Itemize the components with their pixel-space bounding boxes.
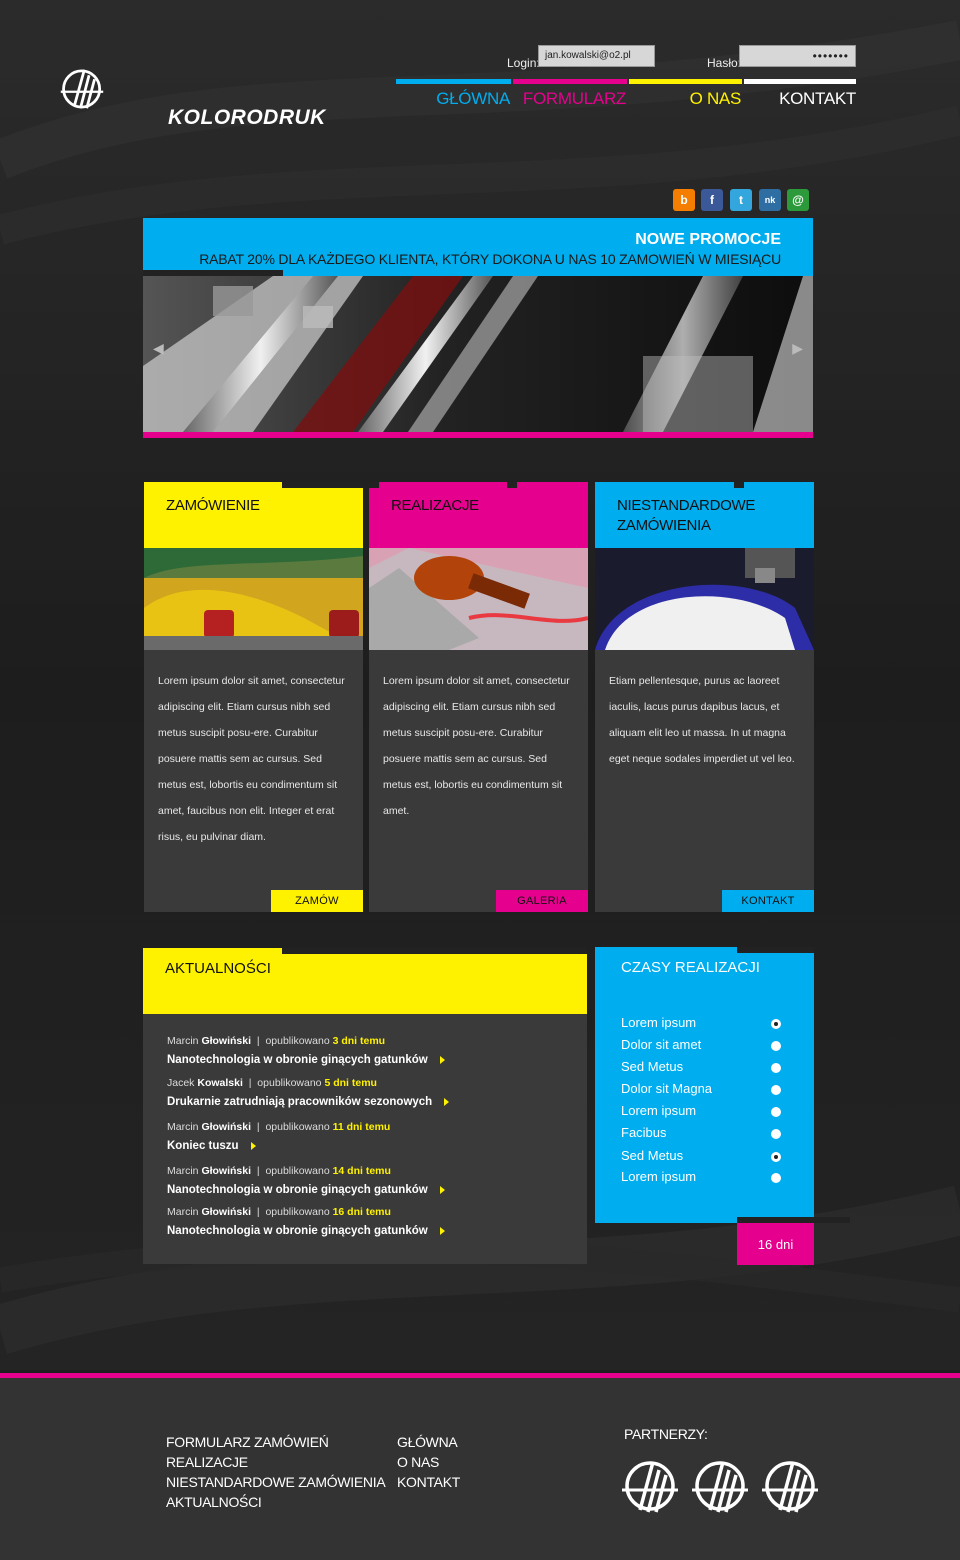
- nasza-klasa-icon[interactable]: nk: [759, 189, 781, 211]
- news-meta: Marcin Głowiński | opublikowano 14 dni t…: [167, 1165, 391, 1177]
- radio-icon[interactable]: [771, 1019, 781, 1029]
- news-notch: [282, 948, 587, 954]
- nav-glowna[interactable]: GŁÓWNA: [436, 89, 510, 109]
- news-panel: AKTUALNOŚCI Marcin Głowiński | opublikow…: [143, 948, 587, 1264]
- partner-logo-icon[interactable]: [690, 1458, 750, 1514]
- footer: FORMULARZ ZAMÓWIEŃ REALIZACJE NIESTANDAR…: [0, 1378, 960, 1560]
- printing-press-image: [143, 276, 813, 432]
- password-input[interactable]: •••••••: [739, 45, 856, 67]
- kolorodruk-logo-icon[interactable]: [60, 34, 170, 144]
- card-text: Etiam pellentesque, purus ac laoreet iac…: [609, 675, 795, 765]
- time-option[interactable]: Lorem ipsum: [621, 1169, 791, 1184]
- news-headline-link[interactable]: Koniec tuszu: [167, 1140, 256, 1152]
- time-option[interactable]: Lorem ipsum: [621, 1015, 791, 1030]
- galeria-button[interactable]: GALERIA: [496, 890, 588, 912]
- card-niestandardowe: NIESTANDARDOWE ZAMÓWIENIA Etiam pellente…: [595, 482, 814, 912]
- twitter-icon[interactable]: t: [730, 189, 752, 211]
- card-text: Lorem ipsum dolor sit amet, consectetur …: [383, 675, 570, 817]
- footer-link[interactable]: O NAS: [397, 1452, 460, 1472]
- days-result: 16 dni: [737, 1223, 814, 1265]
- arrow-right-icon: [439, 1226, 445, 1235]
- time-option[interactable]: Sed Metus: [621, 1148, 791, 1163]
- slider-prev-icon[interactable]: ◀: [153, 340, 164, 357]
- times-title: CZASY REALIZACJI: [621, 959, 760, 976]
- news-headline-link[interactable]: Nanotechnologia w obronie ginących gatun…: [167, 1225, 445, 1237]
- kontakt-button[interactable]: KONTAKT: [722, 890, 814, 912]
- time-option[interactable]: Facibus: [621, 1125, 791, 1140]
- radio-icon[interactable]: [771, 1173, 781, 1183]
- times-notch: [737, 947, 814, 953]
- nav-bar-glowna: [396, 79, 511, 84]
- times-panel: CZASY REALIZACJI Lorem ipsum Dolor sit a…: [595, 947, 814, 1223]
- promo-text: RABAT 20% DLA KAŻDEGO KLIENTA, KTÓRY DOK…: [199, 251, 781, 267]
- promo-banner: NOWE PROMOCJE RABAT 20% DLA KAŻDEGO KLIE…: [143, 218, 813, 276]
- card-image: [369, 548, 588, 650]
- news-headline-link[interactable]: Drukarnie zatrudniają pracowników sezono…: [167, 1096, 450, 1108]
- login-label: Login:: [507, 56, 540, 70]
- password-label: Hasło:: [707, 56, 742, 70]
- radio-icon[interactable]: [771, 1063, 781, 1073]
- radio-icon[interactable]: [771, 1085, 781, 1095]
- partner-logo-icon[interactable]: [760, 1458, 820, 1514]
- footer-link[interactable]: AKTUALNOŚCI: [166, 1492, 385, 1512]
- partners-label: PARTNERZY:: [624, 1426, 708, 1442]
- card-realizacje: REALIZACJE Lorem ipsum dolor sit amet, c…: [369, 482, 588, 912]
- footer-link[interactable]: FORMULARZ ZAMÓWIEŃ: [166, 1432, 385, 1452]
- radio-icon[interactable]: [771, 1041, 781, 1051]
- nav-o-nas[interactable]: O NAS: [690, 89, 742, 109]
- card-title: REALIZACJE: [391, 497, 479, 514]
- card-image: [144, 548, 363, 650]
- arrow-right-icon: [250, 1141, 256, 1150]
- email-icon[interactable]: @: [787, 189, 809, 211]
- time-option[interactable]: Lorem ipsum: [621, 1103, 791, 1118]
- news-title: AKTUALNOŚCI: [165, 960, 271, 977]
- news-meta: Marcin Głowiński | opublikowano 16 dni t…: [167, 1206, 391, 1218]
- card-title: ZAMÓWIENIE: [166, 497, 260, 514]
- footer-link[interactable]: NIESTANDARDOWE ZAMÓWIENIA: [166, 1472, 386, 1492]
- blogger-icon[interactable]: b: [673, 189, 695, 211]
- news-meta: Marcin Głowiński | opublikowano 3 dni te…: [167, 1035, 386, 1047]
- nav-bar-kontakt: [744, 79, 856, 84]
- login-input[interactable]: jan.kowalski@o2.pl: [538, 45, 655, 67]
- slider-bottom-bar: [143, 432, 813, 438]
- partner-logo-icon[interactable]: [620, 1458, 680, 1514]
- radio-icon[interactable]: [771, 1107, 781, 1117]
- slider-next-icon[interactable]: ▶: [792, 340, 803, 357]
- footer-link[interactable]: GŁÓWNA: [397, 1432, 460, 1452]
- radio-icon[interactable]: [771, 1152, 781, 1162]
- brand-name: KOLORODRUK: [168, 106, 326, 129]
- radio-icon[interactable]: [771, 1129, 781, 1139]
- time-option[interactable]: Dolor sit Magna: [621, 1081, 791, 1096]
- card-zamowienie: ZAMÓWIENIE Lorem ipsum dolor sit amet, c…: [144, 482, 363, 912]
- promo-title: NOWE PROMOCJE: [635, 231, 781, 248]
- arrow-right-icon: [439, 1055, 445, 1064]
- zamow-button[interactable]: ZAMÓW: [271, 890, 363, 912]
- time-option[interactable]: Sed Metus: [621, 1059, 791, 1074]
- news-headline-link[interactable]: Nanotechnologia w obronie ginących gatun…: [167, 1184, 445, 1196]
- slider-image: ◀ ▶: [143, 276, 813, 432]
- card-image: [595, 548, 814, 650]
- facebook-icon[interactable]: f: [701, 189, 723, 211]
- arrow-right-icon: [444, 1097, 450, 1106]
- nav-bar-onas: [629, 79, 742, 84]
- nav-kontakt[interactable]: KONTAKT: [779, 89, 856, 109]
- news-headline-link[interactable]: Nanotechnologia w obronie ginących gatun…: [167, 1054, 445, 1066]
- arrow-right-icon: [439, 1185, 445, 1194]
- nav-bar-formularz: [513, 79, 627, 84]
- nav-formularz[interactable]: FORMULARZ: [523, 89, 626, 109]
- footer-link[interactable]: KONTAKT: [397, 1472, 460, 1492]
- news-meta: Marcin Głowiński | opublikowano 11 dni t…: [167, 1121, 391, 1133]
- footer-link[interactable]: REALIZACJE: [166, 1452, 385, 1472]
- news-meta: Jacek Kowalski | opublikowano 5 dni temu: [167, 1077, 377, 1089]
- card-title: NIESTANDARDOWE ZAMÓWIENIA: [617, 497, 756, 534]
- card-text: Lorem ipsum dolor sit amet, consectetur …: [158, 675, 345, 843]
- time-option[interactable]: Dolor sit amet: [621, 1037, 791, 1052]
